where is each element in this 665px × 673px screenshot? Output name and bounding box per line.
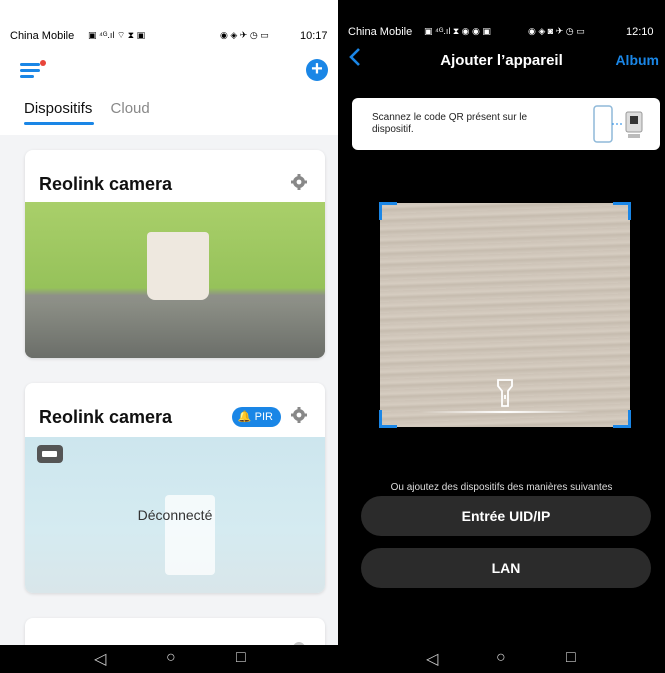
pir-badge[interactable]: 🔔 PIR <box>231 407 281 427</box>
back-nav-icon[interactable]: ◁ <box>94 649 106 669</box>
status-icons: ◉ ◈ ✈ ◷ ▭ <box>220 30 269 40</box>
gear-icon[interactable] <box>291 174 307 190</box>
tab-devices[interactable]: Dispositifs <box>24 100 92 117</box>
camera-card[interactable]: Reolink camera <box>25 150 325 358</box>
system-nav-bar: ◁ ○ □ <box>338 645 665 673</box>
preview-object <box>147 232 209 300</box>
viewfinder-corner <box>379 202 397 220</box>
tab-cloud[interactable]: Cloud <box>111 100 150 117</box>
home-nav-icon[interactable]: ○ <box>166 649 176 667</box>
carrier-label: China Mobile <box>10 30 75 42</box>
recents-nav-icon[interactable]: □ <box>566 649 576 667</box>
preview-floor <box>25 302 325 358</box>
add-device-screen: China Mobile ▣ ⁴ᴳ.ıl ⧗ ◉ ◉ ▣ ◉ ◈ ◙ ✈ ◷ ▭… <box>338 0 665 673</box>
add-device-button[interactable]: + <box>306 59 328 81</box>
album-button[interactable]: Album <box>615 52 659 68</box>
battery-icon <box>37 445 63 463</box>
system-nav-bar: ◁ ○ □ <box>0 645 338 673</box>
flashlight-icon[interactable] <box>496 378 514 408</box>
other-methods-label: Ou ajoutez des dispositifs des manières … <box>390 482 613 493</box>
recents-nav-icon[interactable]: □ <box>236 649 246 667</box>
scan-hint-text: Scannez le code QR présent sur le dispos… <box>372 112 528 135</box>
device-list-screen: China Mobile ▣ ⁴ᴳ.ıl ⌔ ⧗ ▣ ◉ ◈ ✈ ◷ ▭ 10:… <box>0 0 338 673</box>
back-nav-icon[interactable]: ◁ <box>426 649 438 669</box>
scan-line <box>420 411 590 413</box>
pir-label: PIR <box>254 411 273 423</box>
active-tab-indicator <box>24 122 94 125</box>
gear-icon[interactable] <box>291 407 307 423</box>
clock: 12:10 <box>626 26 654 38</box>
disconnected-label: Déconnecté <box>137 507 213 523</box>
uid-ip-entry-button[interactable]: Entrée UID/IP <box>361 496 651 536</box>
phone-camera-illustration-icon <box>588 104 648 146</box>
camera-card[interactable]: Reolink camera 🔔 PIR Déconnecté <box>25 383 325 593</box>
notification-dot <box>40 60 46 66</box>
camera-preview[interactable]: Déconnecté <box>25 437 325 593</box>
signal-icons: ▣ ⁴ᴳ.ıl ⧗ ◉ ◉ ▣ <box>424 26 491 36</box>
viewfinder-corner <box>613 202 631 220</box>
signal-icons: ▣ ⁴ᴳ.ıl ⌔ ⧗ ▣ <box>88 30 146 40</box>
scan-hint-card: Scannez le code QR présent sur le dispos… <box>352 98 660 150</box>
viewfinder-corner <box>613 410 631 428</box>
qr-scanner-viewfinder <box>379 202 631 428</box>
status-icons: ◉ ◈ ◙ ✈ ◷ ▭ <box>528 26 585 36</box>
header-bar: China Mobile ▣ ⁴ᴳ.ıl ⌔ ⧗ ▣ ◉ ◈ ✈ ◷ ▭ 10:… <box>0 0 338 135</box>
viewfinder-corner <box>379 410 397 428</box>
clock: 10:17 <box>300 30 328 42</box>
menu-icon[interactable] <box>20 60 46 78</box>
camera-preview[interactable] <box>25 202 325 358</box>
tab-bar: Dispositifs Cloud <box>24 100 164 117</box>
camera-name: Reolink camera <box>39 174 173 194</box>
lan-button[interactable]: LAN <box>361 548 651 588</box>
home-nav-icon[interactable]: ○ <box>496 649 506 667</box>
camera-name: Reolink camera <box>39 407 173 427</box>
carrier-label: China Mobile <box>348 26 413 38</box>
